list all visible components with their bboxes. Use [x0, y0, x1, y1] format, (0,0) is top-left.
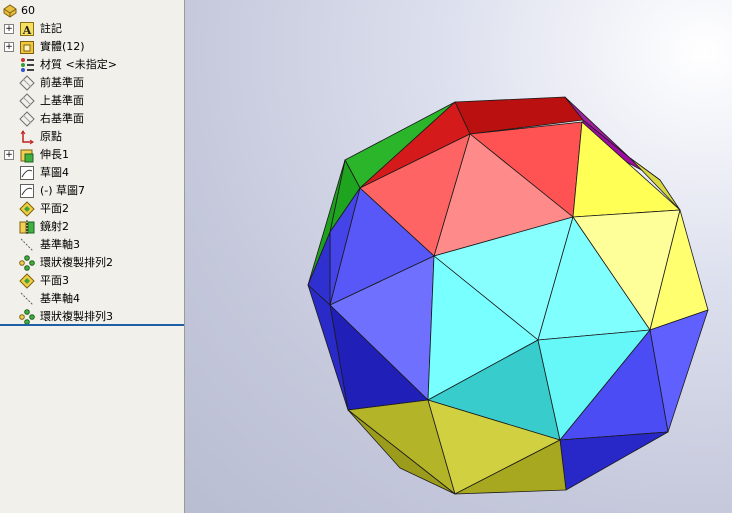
annotation-icon: A [19, 21, 35, 37]
tree-item-sketch7[interactable]: (-) 草圖7 [0, 182, 184, 200]
tree-item-label: 右基準面 [40, 112, 84, 125]
expand-toggle[interactable]: + [4, 150, 14, 160]
tree-item-label: 實體(12) [40, 40, 85, 53]
ref-plane-icon [19, 201, 35, 217]
tree-item-material[interactable]: 材質 <未指定> [0, 56, 184, 74]
extrude-icon [19, 147, 35, 163]
model-face[interactable] [572, 121, 681, 218]
tree-item-front-plane[interactable]: 前基準面 [0, 74, 184, 92]
tree-item-label: 材質 <未指定> [40, 58, 117, 71]
tree-item-sketch4[interactable]: 草圖4 [0, 164, 184, 182]
tree-item-label: (-) 草圖7 [40, 184, 86, 197]
tree-root-label: 60 [21, 4, 35, 17]
tree-item-extrude1[interactable]: + 伸長1 [0, 146, 184, 164]
material-icon [19, 57, 35, 73]
tree-item-top-plane[interactable]: 上基準面 [0, 92, 184, 110]
tree-item-circular-pattern2[interactable]: 環狀複製排列2 [0, 254, 184, 272]
plane-icon [19, 111, 35, 127]
tree-item-axis4[interactable]: 基準軸4 [0, 290, 184, 308]
sketch-icon [19, 183, 35, 199]
expand-toggle[interactable]: + [4, 42, 14, 52]
graphics-viewport[interactable] [185, 0, 732, 513]
tree-item-label: 原點 [40, 130, 62, 143]
tree-item-annotations[interactable]: + A 註記 [0, 20, 184, 38]
circular-pattern-icon [19, 255, 35, 271]
tree-item-plane2[interactable]: 平面2 [0, 200, 184, 218]
tree-item-label: 基準軸4 [40, 292, 80, 305]
tree-item-label: 前基準面 [40, 76, 84, 89]
tree-item-label: 鏡射2 [40, 220, 69, 233]
tree-item-axis3[interactable]: 基準軸3 [0, 236, 184, 254]
plane-icon [19, 75, 35, 91]
tree-item-mirror2[interactable]: 鏡射2 [0, 218, 184, 236]
tree-item-solid-bodies[interactable]: + 實體(12) [0, 38, 184, 56]
circular-pattern-icon [19, 309, 35, 325]
tree-item-right-plane[interactable]: 右基準面 [0, 110, 184, 128]
tree-item-label: 伸長1 [40, 148, 69, 161]
tree-item-label: 平面2 [40, 202, 69, 215]
ref-plane-icon [19, 273, 35, 289]
rollback-bar[interactable] [0, 324, 184, 326]
axis-icon [19, 237, 35, 253]
icosahedron-model[interactable] [185, 0, 732, 513]
tree-item-label: 環狀複製排列2 [40, 256, 113, 269]
part-icon [2, 3, 18, 19]
model-face[interactable] [559, 431, 669, 491]
tree-item-label: 基準軸3 [40, 238, 80, 251]
tree-item-label: 註記 [40, 22, 62, 35]
tree-item-label: 平面3 [40, 274, 69, 287]
tree-item-label: 草圖4 [40, 166, 69, 179]
svg-text:A: A [22, 24, 32, 37]
tree-item-origin[interactable]: 原點 [0, 128, 184, 146]
sketch-icon [19, 165, 35, 181]
feature-manager-tree: 60 + A 註記 + 實體(12) 材質 <未指定> 前基準面 上基準面 右基… [0, 0, 185, 513]
tree-root-part[interactable]: 60 [0, 2, 184, 20]
tree-item-plane3[interactable]: 平面3 [0, 272, 184, 290]
origin-icon [19, 129, 35, 145]
mirror-icon [19, 219, 35, 235]
plane-icon [19, 93, 35, 109]
solid-bodies-icon [19, 39, 35, 55]
tree-item-label: 上基準面 [40, 94, 84, 107]
expand-toggle[interactable]: + [4, 24, 14, 34]
axis-icon [19, 291, 35, 307]
